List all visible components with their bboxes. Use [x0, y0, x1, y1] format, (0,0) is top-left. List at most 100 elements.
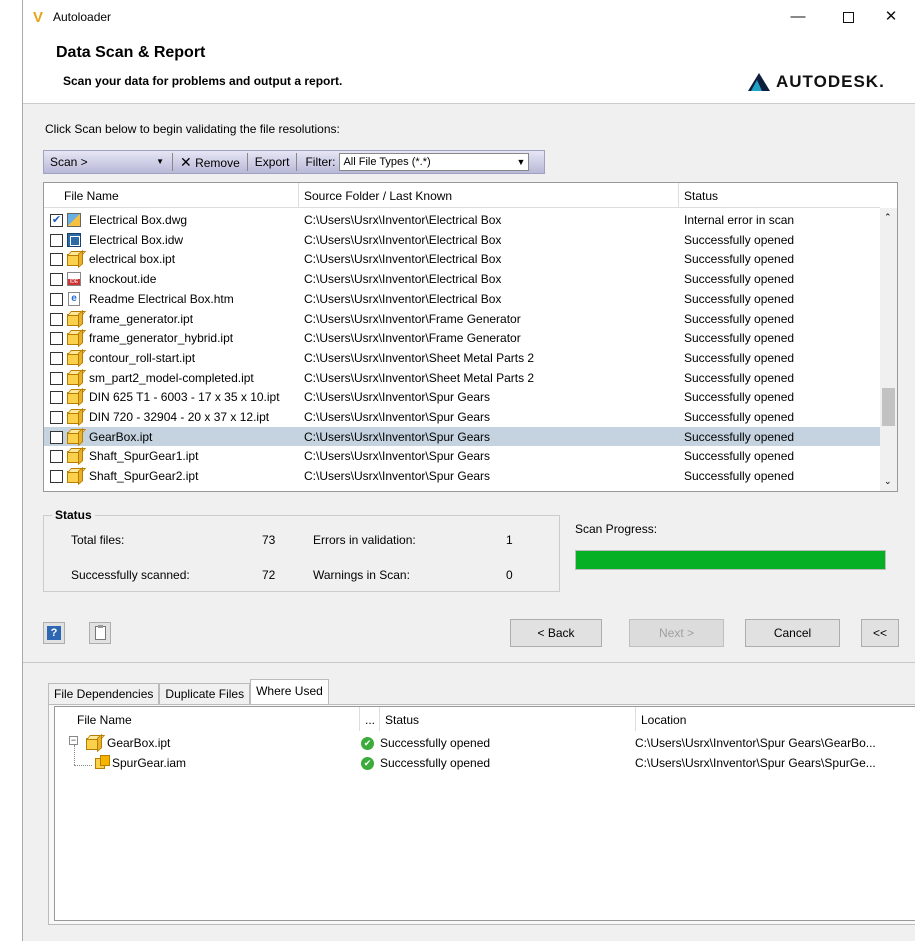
scan-instruction: Click Scan below to begin validating the… — [45, 122, 340, 136]
table-row[interactable]: frame_generator_hybrid.ipt C:\Users\Usrx\… — [44, 328, 880, 348]
table-row[interactable]: frame_generator.ipt C:\Users\Usrx\Invento… — [44, 309, 880, 329]
scroll-down-icon[interactable]: ⌄ — [884, 476, 892, 487]
column-file-name[interactable]: File Name — [64, 189, 119, 203]
file-name-cell: knockout.ide — [89, 272, 157, 287]
table-row[interactable]: e Readme Electrical Box.htm C:\Users\Usrx\… — [44, 289, 880, 309]
tree-row-gearbox[interactable]: − GearBox.ipt ✔ Successfully opened C:\U… — [55, 733, 915, 753]
table-row[interactable]: GearBox.ipt C:\Users\Usrx\Inventor\Spur G… — [44, 426, 880, 447]
file-type-filter-select[interactable]: All File Types (*.*) ▼ — [339, 153, 530, 171]
cancel-button[interactable]: Cancel — [745, 619, 840, 647]
row-checkbox[interactable] — [50, 292, 63, 306]
file-name-cell: Electrical Box.dwg — [89, 213, 188, 227]
toolbar-separator — [246, 153, 248, 171]
clipboard-icon — [94, 625, 106, 640]
source-folder-cell: C:\Users\Usrx\Inventor\Spur Gears — [304, 390, 491, 405]
clipboard-button[interactable] — [89, 622, 111, 644]
maximize-button[interactable] — [828, 4, 868, 30]
tree-row-spurgear[interactable]: SpurGear.iam ✔ Successfully opened C:\Us… — [55, 753, 915, 773]
table-row[interactable]: electrical box.ipt C:\Users\Usrx\Inventor… — [44, 249, 880, 269]
where-used-panel: File Name ... Status Location − GearBox.… — [48, 704, 915, 925]
autoloader-app-icon: V — [33, 9, 44, 26]
table-row[interactable]: DIN 720 - 32904 - 20 x 37 x 12.ipt C:\Use… — [44, 407, 880, 427]
row-checkbox[interactable] — [50, 391, 63, 405]
status-group-title: Status — [52, 508, 95, 522]
errors-value: 1 — [506, 533, 513, 547]
file-name-cell: DIN 625 T1 - 6003 - 17 x 35 x 10.ipt — [89, 390, 280, 405]
row-checkbox[interactable]: ✔ — [50, 214, 63, 227]
title-bar: V Autoloader — ✕ — [23, 0, 915, 34]
file-list-table[interactable]: File Name Source Folder / Last Known Sta… — [43, 182, 898, 492]
table-row[interactable]: Electrical Box.idw C:\Users\Usrx\Inventor… — [44, 230, 880, 250]
row-checkbox[interactable] — [50, 332, 63, 346]
row-checkbox[interactable] — [50, 253, 63, 267]
close-button[interactable]: ✕ — [871, 4, 911, 30]
scanned-value: 72 — [262, 568, 276, 582]
tree-column-location[interactable]: Location — [641, 713, 686, 727]
tab-duplicate-files[interactable]: Duplicate Files — [159, 683, 251, 704]
status-cell: Successfully opened — [684, 232, 795, 247]
warnings-label: Warnings in Scan: — [313, 568, 410, 582]
tree-column-status[interactable]: Status — [385, 713, 419, 727]
row-checkbox[interactable] — [50, 450, 63, 464]
status-cell: Successfully opened — [684, 469, 795, 484]
scan-dropdown-button[interactable]: Scan > ▼ — [44, 155, 168, 169]
success-check-icon: ✔ — [361, 757, 374, 770]
help-icon: ? — [47, 626, 61, 640]
table-row[interactable]: Shaft_SpurGear1.ipt C:\Users\Usrx\Invento… — [44, 446, 880, 466]
row-checkbox[interactable] — [50, 312, 63, 326]
detail-tabs: File Dependencies Duplicate Files Where … — [48, 679, 329, 705]
table-row[interactable]: Shaft_SpurGear2.ipt C:\Users\Usrx\Invento… — [44, 466, 880, 486]
table-row[interactable]: knockout.ide C:\Users\Usrx\Inventor\Elect… — [44, 269, 880, 289]
row-checkbox[interactable] — [50, 371, 63, 385]
collapse-button[interactable]: << — [861, 619, 899, 647]
table-row[interactable]: DIN 625 T1 - 6003 - 17 x 35 x 10.ipt C:\U… — [44, 387, 880, 407]
row-checkbox[interactable] — [50, 430, 63, 444]
collapse-node-icon[interactable]: − — [69, 736, 78, 745]
source-folder-cell: C:\Users\Usrx\Inventor\Electrical Box — [304, 213, 502, 227]
window-title: Autoloader — [53, 10, 112, 24]
tab-where-used[interactable]: Where Used — [250, 679, 329, 704]
table-row[interactable]: sm_part2_model-completed.ipt C:\Users\Usr… — [44, 368, 880, 388]
part-icon — [66, 370, 82, 386]
status-cell: Successfully opened — [684, 370, 795, 385]
export-button[interactable]: Export — [252, 155, 293, 169]
maximize-icon — [842, 11, 854, 23]
scroll-up-icon[interactable]: ⌃ — [884, 212, 892, 223]
row-checkbox[interactable] — [50, 273, 63, 287]
dwg-icon — [66, 212, 82, 228]
scrollbar-thumb[interactable] — [882, 388, 895, 426]
column-source-folder[interactable]: Source Folder / Last Known — [304, 189, 452, 203]
tree-status: Successfully opened — [380, 736, 491, 750]
row-checkbox[interactable] — [50, 470, 63, 484]
help-button[interactable]: ? — [43, 622, 65, 644]
tree-column-file-name[interactable]: File Name — [77, 713, 132, 727]
row-checkbox[interactable] — [50, 411, 63, 424]
remove-button[interactable]: ✕ Remove — [177, 154, 243, 171]
next-button[interactable]: Next > — [629, 619, 724, 647]
back-button[interactable]: < Back — [510, 619, 602, 647]
source-folder-cell: C:\Users\Usrx\Inventor\Spur Gears — [304, 469, 491, 484]
autodesk-logo-text: AUTODESK. — [776, 72, 885, 91]
where-used-tree[interactable]: File Name ... Status Location − GearBox.… — [54, 706, 915, 921]
tree-column-more[interactable]: ... — [365, 713, 375, 727]
status-cell: Successfully opened — [684, 449, 795, 464]
table-row[interactable]: contour_roll-start.ipt C:\Users\Usrx\Inve… — [44, 348, 880, 368]
source-folder-cell: C:\Users\Usrx\Inventor\Spur Gears — [304, 410, 491, 424]
vertical-scrollbar[interactable]: ⌃ ⌄ — [880, 208, 897, 491]
file-table-header: File Name Source Folder / Last Known Sta… — [44, 183, 880, 208]
table-row[interactable]: ✔ Electrical Box.dwg C:\Users\Usrx\Invento… — [44, 210, 880, 230]
tab-file-dependencies[interactable]: File Dependencies — [48, 683, 160, 704]
source-folder-cell: C:\Users\Usrx\Inventor\Spur Gears — [304, 429, 491, 444]
tree-status: Successfully opened — [380, 756, 491, 770]
status-group: Status Total files: 73 Errors in validat… — [43, 508, 560, 592]
row-checkbox[interactable] — [50, 351, 63, 365]
status-cell: Successfully opened — [684, 390, 795, 405]
status-cell: Internal error in scan — [684, 213, 795, 227]
file-name-cell: Shaft_SpurGear1.ipt — [89, 449, 199, 464]
minimize-button[interactable]: — — [778, 4, 818, 30]
column-status[interactable]: Status — [684, 189, 718, 203]
status-cell: Successfully opened — [684, 429, 795, 444]
row-checkbox[interactable] — [50, 233, 63, 247]
assembly-icon — [93, 754, 110, 770]
wizard-header: Data Scan & Report Scan your data for pr… — [23, 34, 915, 104]
